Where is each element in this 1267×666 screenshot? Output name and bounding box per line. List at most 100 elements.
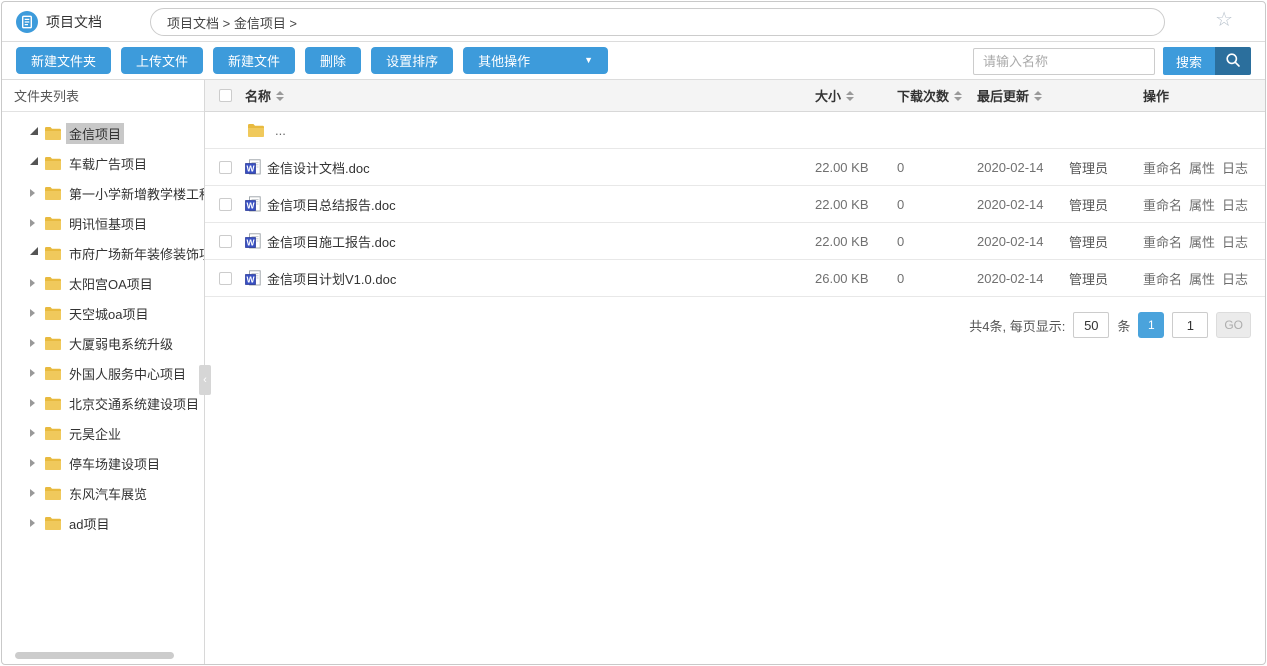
set-sort-button[interactable]: 设置排序 [371,47,453,74]
more-actions-dropdown[interactable]: 其他操作 ▼ [463,47,608,74]
log-link[interactable]: 日志 [1222,269,1248,288]
go-button[interactable]: GO [1216,312,1251,338]
favorite-star-icon[interactable]: ☆ [1215,10,1233,30]
new-file-button[interactable]: 新建文件 [213,47,295,74]
page-size-input[interactable] [1073,312,1109,338]
row-checkbox[interactable] [219,235,232,248]
tree-expand-icon[interactable] [30,189,42,197]
parent-folder-row[interactable]: ... [205,112,1265,149]
search-button[interactable]: 搜索 [1163,47,1215,75]
tree-item-label[interactable]: 北京交通系统建设项目 [66,393,202,414]
sort-icon[interactable] [954,91,962,101]
goto-page-input[interactable] [1172,312,1208,338]
search-icon-button[interactable] [1215,47,1251,75]
tree-item-label[interactable]: 外国人服务中心项目 [66,363,189,384]
table-row[interactable]: W 金信项目总结报告.doc 22.00 KB 0 2020-02-14 管理员… [205,186,1265,223]
tree-expand-icon[interactable] [30,399,42,407]
scrollbar-thumb[interactable] [15,652,174,659]
search-input[interactable] [973,48,1155,75]
rename-link[interactable]: 重命名 [1143,195,1182,214]
row-checkbox[interactable] [219,272,232,285]
tree-item-label[interactable]: 第一小学新增教学楼工程 [66,183,205,204]
sort-icon[interactable] [1034,91,1042,101]
pagination-summary: 共4条, 每页显示: [969,316,1065,335]
content-body: 文件夹列表 金信项目 车载广告项目 第一小学新增教学楼工程 明讯恒基项目 市府广… [2,80,1265,664]
tree-expand-icon[interactable] [30,429,42,437]
sort-icon[interactable] [276,91,284,101]
page-number-button[interactable]: 1 [1138,312,1164,338]
file-size: 22.00 KB [815,160,897,175]
sidebar-folder-item[interactable]: 元昊企业 [2,418,204,448]
tree-item-label[interactable]: 明讯恒基项目 [66,213,150,234]
tree-item-label[interactable]: 天空城oa项目 [66,303,151,324]
tree-expand-icon[interactable] [30,279,42,287]
sidebar-folder-item[interactable]: 外国人服务中心项目 [2,358,204,388]
sidebar-folder-item[interactable]: 东风汽车展览 [2,478,204,508]
sidebar-folder-item[interactable]: 第一小学新增教学楼工程 [2,178,204,208]
rename-link[interactable]: 重命名 [1143,232,1182,251]
sidebar-folder-item[interactable]: 车载广告项目 [2,148,204,178]
word-doc-icon: W [245,159,261,175]
tree-item-label[interactable]: 市府广场新年装修装饰项目 [66,243,205,264]
tree-item-label[interactable]: ad项目 [66,513,112,534]
tree-item-label[interactable]: 元昊企业 [66,423,124,444]
tree-item-label[interactable]: 东风汽车展览 [66,483,150,504]
row-checkbox[interactable] [219,198,232,211]
log-link[interactable]: 日志 [1222,195,1248,214]
table-row[interactable]: W 金信项目计划V1.0.doc 26.00 KB 0 2020-02-14 管… [205,260,1265,297]
upload-file-button[interactable]: 上传文件 [121,47,203,74]
table-row[interactable]: W 金信项目施工报告.doc 22.00 KB 0 2020-02-14 管理员… [205,223,1265,260]
column-header-updated[interactable]: 最后更新 [977,86,1069,105]
sort-icon[interactable] [846,91,854,101]
log-link[interactable]: 日志 [1222,232,1248,251]
sidebar-folder-item[interactable]: 市府广场新年装修装饰项目 [2,238,204,268]
file-name[interactable]: 金信项目计划V1.0.doc [267,269,396,288]
column-header-name[interactable]: 名称 [245,86,815,105]
select-all-checkbox[interactable] [219,89,232,102]
row-checkbox[interactable] [219,161,232,174]
tree-item-label[interactable]: 大厦弱电系统升级 [66,333,176,354]
column-header-downloads[interactable]: 下载次数 [897,86,977,105]
sidebar-folder-item[interactable]: 停车场建设项目 [2,448,204,478]
rename-link[interactable]: 重命名 [1143,269,1182,288]
tree-expand-icon[interactable] [30,519,42,527]
tree-expand-icon[interactable] [30,459,42,467]
file-name[interactable]: 金信项目总结报告.doc [267,195,396,214]
tree-expand-icon[interactable] [30,161,42,165]
sidebar-folder-item[interactable]: 大厦弱电系统升级 [2,328,204,358]
log-link[interactable]: 日志 [1222,158,1248,177]
tree-expand-icon[interactable] [30,489,42,497]
sidebar-folder-item[interactable]: 明讯恒基项目 [2,208,204,238]
sidebar-folder-item[interactable]: 太阳宫OA项目 [2,268,204,298]
file-name[interactable]: 金信项目施工报告.doc [267,232,396,251]
tree-expand-icon[interactable] [30,339,42,347]
sidebar-folder-item[interactable]: 北京交通系统建设项目 [2,388,204,418]
last-updated: 2020-02-14 [977,271,1069,286]
table-row[interactable]: W 金信设计文档.doc 22.00 KB 0 2020-02-14 管理员 重… [205,149,1265,186]
properties-link[interactable]: 属性 [1189,232,1215,251]
tree-expand-icon[interactable] [30,369,42,377]
tree-item-label[interactable]: 太阳宫OA项目 [66,273,156,294]
tree-expand-icon[interactable] [30,251,42,255]
tree-expand-icon[interactable] [30,131,42,135]
tree-expand-icon[interactable] [30,309,42,317]
breadcrumb[interactable]: 项目文档 > 金信项目 > [150,8,1165,36]
sidebar-folder-item[interactable]: 金信项目 [2,118,204,148]
properties-link[interactable]: 属性 [1189,158,1215,177]
new-folder-button[interactable]: 新建文件夹 [16,47,111,74]
rename-link[interactable]: 重命名 [1143,158,1182,177]
sidebar-collapse-handle[interactable]: ‹ [199,365,211,395]
file-name[interactable]: 金信设计文档.doc [267,158,370,177]
parent-folder-label[interactable]: ... [275,123,286,138]
tree-item-label[interactable]: 停车场建设项目 [66,453,163,474]
delete-button[interactable]: 删除 [305,47,361,74]
column-header-size[interactable]: 大小 [815,86,897,105]
properties-link[interactable]: 属性 [1189,269,1215,288]
sidebar-folder-item[interactable]: 天空城oa项目 [2,298,204,328]
tree-expand-icon[interactable] [30,219,42,227]
sidebar-folder-item[interactable]: ad项目 [2,508,204,538]
sidebar-horizontal-scrollbar[interactable] [2,651,205,660]
properties-link[interactable]: 属性 [1189,195,1215,214]
tree-item-label[interactable]: 车载广告项目 [66,153,150,174]
tree-item-label[interactable]: 金信项目 [66,123,124,144]
